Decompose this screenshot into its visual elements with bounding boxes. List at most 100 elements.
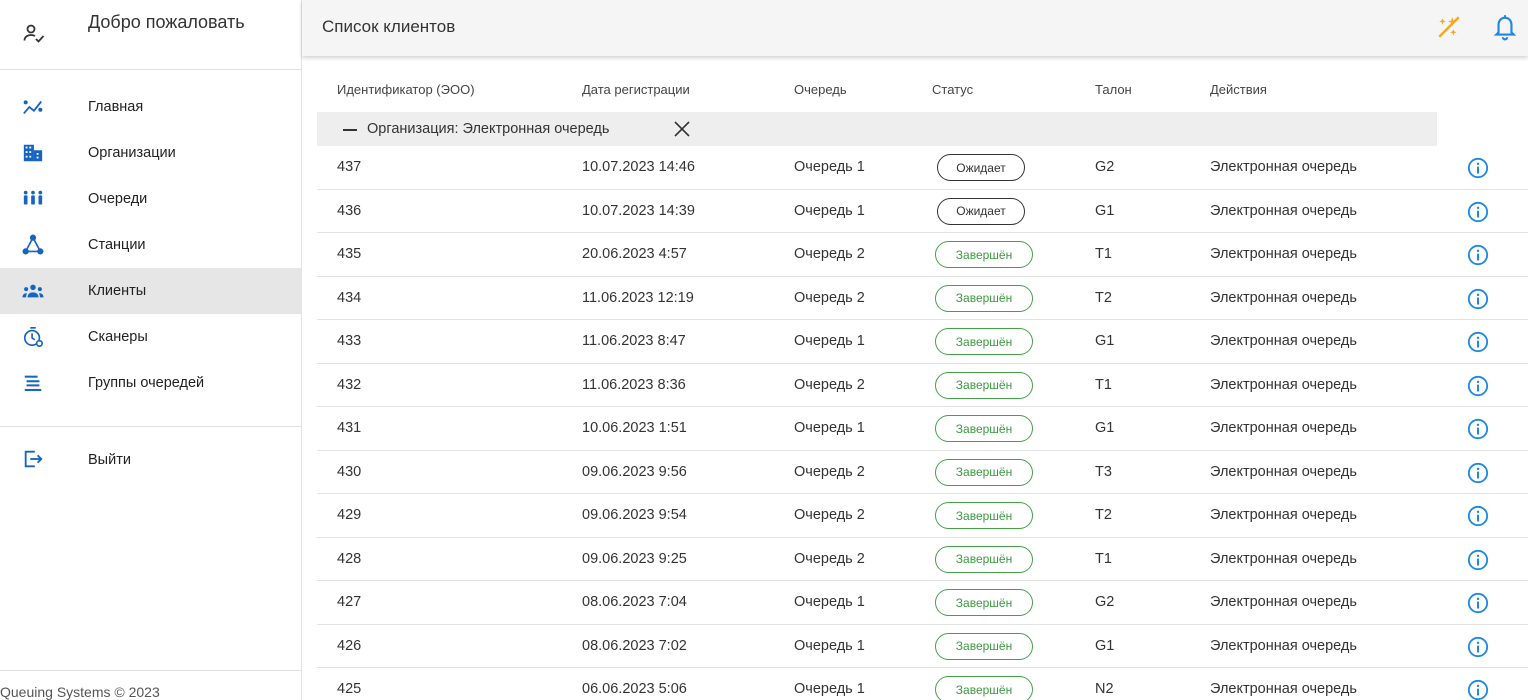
- cell-id: 431: [337, 420, 362, 436]
- table-row[interactable]: 436 10.07.2023 14:39 Очередь 1 G1 Электронна…: [317, 190, 1528, 233]
- cell-ticket: T2: [1095, 507, 1112, 523]
- table-row[interactable]: 425 06.06.2023 5:06 Очередь 1 N2 Электронная…: [317, 668, 1528, 700]
- cell-ticket: G2: [1095, 594, 1115, 610]
- cell-ticket: T2: [1095, 289, 1112, 306]
- cell-date: 10.06.2023 1:51: [582, 420, 687, 436]
- column-header-id[interactable]: Идентификатор (ЭОО): [337, 82, 475, 97]
- status-badge: Завершён: [935, 632, 1033, 660]
- cell-queue: Очередь 2: [794, 376, 865, 393]
- cell-id: 428: [337, 550, 362, 567]
- cell-queue: Очередь 2: [794, 550, 865, 567]
- magic-off-icon[interactable]: [1436, 14, 1462, 40]
- info-icon[interactable]: [1467, 505, 1489, 527]
- close-icon[interactable]: [673, 120, 691, 138]
- table-header: Идентификатор (ЭОО) Дата регистрации Оче…: [317, 68, 1437, 112]
- column-header-actions: Действия: [1210, 82, 1267, 97]
- sidebar-item-queue-groups[interactable]: Группы очередей: [0, 360, 302, 406]
- logout-button[interactable]: Выйти: [0, 440, 302, 486]
- column-header-date[interactable]: Дата регистрации: [582, 82, 690, 97]
- copyright-footer: Queuing Systems © 2023: [0, 684, 160, 700]
- page-title: Список клиентов: [322, 17, 456, 36]
- sidebar: Добро пожаловать Главная Организации Оче…: [0, 0, 302, 700]
- cell-id: 432: [337, 376, 362, 393]
- table-row[interactable]: 428 09.06.2023 9:25 Очередь 2 T1 Электронная…: [317, 538, 1528, 581]
- column-header-status[interactable]: Статус: [932, 82, 973, 97]
- cell-id: 436: [337, 202, 362, 219]
- cell-date: 08.06.2023 7:04: [582, 594, 687, 610]
- cell-organization: Электронная очередь: [1210, 507, 1357, 523]
- table-row[interactable]: 433 11.06.2023 8:47 Очередь 1 G1 Электронная…: [317, 320, 1528, 364]
- cell-id: 429: [337, 507, 362, 523]
- table-row[interactable]: 427 08.06.2023 7:04 Очередь 1 G2 Электронная…: [317, 581, 1528, 625]
- table-row[interactable]: 435 20.06.2023 4:57 Очередь 2 T1 Электронная…: [317, 233, 1528, 277]
- cell-ticket: G1: [1095, 202, 1115, 219]
- sidebar-item-organizations[interactable]: Организации: [0, 130, 302, 176]
- info-icon[interactable]: [1467, 592, 1489, 614]
- info-icon[interactable]: [1467, 418, 1489, 440]
- people-queue-icon: [23, 190, 43, 205]
- footer-divider: [0, 670, 302, 671]
- cell-date: 06.06.2023 5:06: [582, 681, 687, 697]
- cell-ticket: N2: [1095, 681, 1114, 697]
- table-row[interactable]: 426 08.06.2023 7:02 Очередь 1 G1 Электронная…: [317, 625, 1528, 668]
- status-badge: Завершён: [935, 284, 1033, 312]
- info-icon[interactable]: [1467, 375, 1489, 397]
- cell-queue: Очередь 1: [794, 681, 865, 697]
- column-header-ticket[interactable]: Талон: [1095, 82, 1132, 97]
- info-icon[interactable]: [1467, 288, 1489, 310]
- clients-icon: [22, 284, 44, 298]
- cell-date: 10.07.2023 14:39: [582, 202, 695, 219]
- info-icon[interactable]: [1467, 331, 1489, 353]
- sidebar-divider: [0, 426, 302, 427]
- cell-organization: Электронная очередь: [1210, 159, 1357, 175]
- table-row[interactable]: 437 10.07.2023 14:46 Очередь 1 G2 Электронна…: [317, 146, 1528, 190]
- info-icon[interactable]: [1467, 549, 1489, 571]
- cell-organization: Электронная очередь: [1210, 376, 1357, 393]
- status-badge: Завершён: [935, 545, 1033, 573]
- info-icon[interactable]: [1467, 679, 1489, 700]
- info-icon[interactable]: [1467, 244, 1489, 266]
- cell-organization: Электронная очередь: [1210, 420, 1357, 436]
- info-icon[interactable]: [1467, 157, 1489, 179]
- status-badge: Завершён: [935, 241, 1033, 268]
- table-row[interactable]: 430 09.06.2023 9:56 Очередь 2 T3 Электронная…: [317, 451, 1528, 494]
- cell-date: 11.06.2023 8:47: [582, 333, 686, 349]
- group-row: Организация: Электронная очередь: [317, 112, 1437, 146]
- cell-queue: Очередь 1: [794, 594, 865, 610]
- user-check-icon: [23, 24, 45, 43]
- cell-queue: Очередь 1: [794, 420, 865, 436]
- sidebar-item-home[interactable]: Главная: [0, 84, 302, 130]
- cell-date: 11.06.2023 12:19: [582, 289, 694, 306]
- welcome-title: Добро пожаловать: [88, 12, 245, 32]
- collapse-icon[interactable]: [343, 129, 357, 131]
- status-badge: Завершён: [935, 328, 1033, 355]
- cell-queue: Очередь 2: [794, 463, 865, 480]
- status-badge: Завершён: [935, 458, 1033, 486]
- clients-table: Идентификатор (ЭОО) Дата регистрации Оче…: [302, 56, 1528, 700]
- sidebar-item-label: Очереди: [88, 191, 148, 207]
- table-row[interactable]: 434 11.06.2023 12:19 Очередь 2 T2 Электронна…: [317, 277, 1528, 320]
- table-row[interactable]: 429 09.06.2023 9:54 Очередь 2 T2 Электронная…: [317, 494, 1528, 538]
- table-row[interactable]: 432 11.06.2023 8:36 Очередь 2 T1 Электронная…: [317, 364, 1528, 407]
- status-badge: Ожидает: [937, 197, 1025, 225]
- bell-icon[interactable]: [1492, 13, 1518, 41]
- sidebar-item-label: Клиенты: [88, 283, 147, 299]
- sidebar-nav: Главная Организации Очереди Станции Клие…: [0, 84, 302, 406]
- column-header-queue[interactable]: Очередь: [794, 82, 847, 97]
- cell-ticket: T1: [1095, 246, 1112, 262]
- sidebar-item-clients[interactable]: Клиенты: [0, 268, 302, 314]
- info-icon[interactable]: [1467, 636, 1489, 658]
- info-icon[interactable]: [1467, 201, 1489, 223]
- cell-organization: Электронная очередь: [1210, 681, 1357, 697]
- sidebar-item-stations[interactable]: Станции: [0, 222, 302, 268]
- sidebar-item-scanners[interactable]: Сканеры: [0, 314, 302, 360]
- table-body: 437 10.07.2023 14:46 Очередь 1 G2 Электронна…: [317, 146, 1528, 700]
- status-badge: Ожидает: [937, 154, 1025, 181]
- table-row[interactable]: 431 10.06.2023 1:51 Очередь 1 G1 Электронная…: [317, 407, 1528, 451]
- sidebar-item-queues[interactable]: Очереди: [0, 176, 302, 222]
- sidebar-item-label: Главная: [88, 99, 144, 115]
- cell-organization: Электронная очередь: [1210, 463, 1357, 480]
- status-badge: Завершён: [935, 589, 1033, 616]
- info-icon[interactable]: [1467, 462, 1489, 484]
- cell-id: 433: [337, 333, 362, 349]
